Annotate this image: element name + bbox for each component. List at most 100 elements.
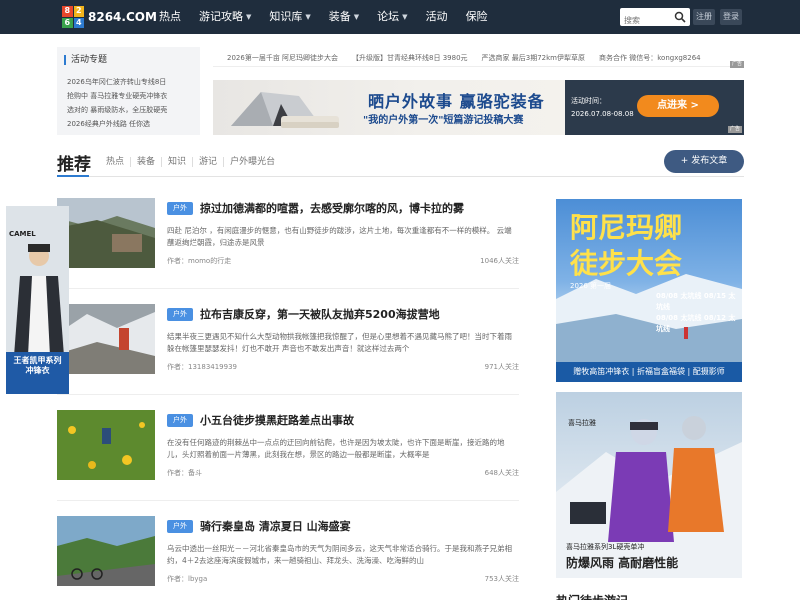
- jacket-ad[interactable]: 喜马拉雅 喜马拉雅系列3L硬壳单冲 防爆风雨 高耐磨性能: [556, 392, 742, 578]
- ad-caption-line: 冲锋衣: [25, 366, 50, 375]
- banner-time: 2026.07.08-08.08: [571, 110, 634, 118]
- follow-count: 971人关注: [484, 363, 519, 371]
- article-excerpt: 乌云中透出一丝阳光－－河北省秦皇岛市的天气为阴间多云，这天气非常适合骑行。于是我…: [167, 544, 512, 565]
- article-author[interactable]: 作者：13183419939: [167, 362, 237, 372]
- tab-hot[interactable]: 热点: [100, 157, 132, 167]
- ticker-link[interactable]: 2026第一届千亩 阿尼玛卿徒步大会: [227, 53, 338, 63]
- ad-brand: 喜马拉雅: [568, 419, 596, 427]
- ad-dates: 08/08 太坑线 08/15 太坑线 08/08 太坑线 08/12 太坑线: [656, 291, 742, 335]
- section-title: 推荐: [57, 155, 91, 175]
- banner-time-label: 活动时间：: [571, 97, 606, 105]
- follow-count: 1046人关注: [480, 257, 519, 265]
- search-icon[interactable]: [674, 11, 686, 23]
- activity-link[interactable]: 选对的 暴雨级防水，全压胶硬壳: [67, 103, 167, 117]
- publish-article-button[interactable]: + 发布文章: [664, 150, 744, 173]
- main-nav: 热点 游记攻略 ▼ 知识库 ▼ 装备 ▼ 论坛 ▼ 活动 保险: [150, 0, 497, 34]
- banner-cta-button[interactable]: 点进来 >: [637, 95, 719, 117]
- site-logo[interactable]: 8 2 6 4 8264.COM: [62, 5, 157, 29]
- nav-item-events[interactable]: 活动: [417, 0, 457, 34]
- ticker-link[interactable]: 商务合作 微信号：kongxg8264: [599, 53, 701, 63]
- hot-travelogue-heading: 热门徒步游记: [556, 592, 628, 600]
- tent-image: [231, 92, 339, 128]
- activity-panel: 活动专题 2026乌年冈仁波齐转山专线8日 抢购中 喜马拉雅专业硬壳冲锋衣 选对…: [57, 47, 200, 135]
- feed-divider: [57, 394, 519, 395]
- text-ad-ticker: 2026第一届千亩 阿尼玛卿徒步大会 【升级版】甘青经典环线8日 3980元 严…: [213, 49, 744, 68]
- activity-link[interactable]: 抢购中 喜马拉雅专业硬壳冲锋衣: [67, 89, 167, 103]
- activity-link[interactable]: 2026乌年冈仁波齐转山专线8日: [67, 75, 167, 89]
- logo-text: 8264.COM: [88, 10, 157, 24]
- banner-subline: "我的户外第一次"短篇游记投稿大赛: [363, 115, 524, 126]
- search-box: [620, 8, 690, 30]
- article-thumbnail[interactable]: [57, 516, 155, 586]
- article-thumbnail[interactable]: [57, 410, 155, 480]
- nav-item-forum[interactable]: 论坛 ▼: [368, 0, 416, 34]
- ticker-link[interactable]: 【升级版】甘青经典环线8日 3980元: [352, 53, 468, 63]
- follow-count: 648人关注: [484, 469, 519, 477]
- ad-date-line: 08/08 太坑线 08/12 太坑线: [656, 314, 736, 333]
- feed-item: 户外 小五台徒步摸黑赶路差点出事故 在没有任何路迹的荆棘丛中一点点的迂回向前钻爬…: [57, 410, 519, 501]
- article-thumbnail[interactable]: [57, 304, 155, 374]
- nav-item-knowledge[interactable]: 知识库 ▼: [260, 0, 319, 34]
- ad-caption: 王者凯甲系列 冲锋衣: [6, 356, 69, 376]
- article-excerpt: 在没有任何路迹的荆棘丛中一点点的迂回向前钻爬，也许是因为坡太陡，也许下面是断崖，…: [167, 438, 505, 459]
- article-author[interactable]: 作者：lbyga: [167, 574, 207, 584]
- category-tag[interactable]: 户外: [167, 414, 193, 427]
- nav-item-insurance[interactable]: 保险: [457, 0, 497, 34]
- chevron-down-icon: ▼: [305, 13, 311, 21]
- follow-count: 753人关注: [484, 575, 519, 583]
- activity-list: 2026乌年冈仁波齐转山专线8日 抢购中 喜马拉雅专业硬壳冲锋衣 选对的 暴雨级…: [67, 75, 167, 131]
- ticker-link[interactable]: 严选商家 最后3期72km伊犁草原: [482, 53, 585, 63]
- top-nav-bar: 8 2 6 4 8264.COM 热点 游记攻略 ▼ 知识库 ▼ 装备 ▼ 论坛 ▼ 活…: [0, 0, 800, 34]
- ad-footer: 赠牧高笛冲锋衣 | 折福盲盒福袋 | 配摄影师: [556, 362, 742, 382]
- ad-caption-line: 王者凯甲系列: [13, 356, 62, 365]
- register-button[interactable]: 注册: [693, 9, 715, 25]
- banner-headline: 晒户外故事 赢骆驼装备: [368, 92, 545, 111]
- article-title[interactable]: 小五台徒步摸黑赶路差点出事故: [200, 412, 354, 428]
- nav-item-gear[interactable]: 装备 ▼: [320, 0, 368, 34]
- feed-item: 户外 掠过加德满都的喧嚣，去感受廓尔喀的风，博卡拉的雾 四赴 尼泊尔 ，有闲庭漫…: [57, 198, 519, 289]
- login-button[interactable]: 登录: [720, 9, 742, 25]
- article-author[interactable]: 作者：备斗: [167, 468, 202, 478]
- ad-title: 阿尼玛卿: [570, 211, 683, 244]
- feed-item: 户外 骑行秦皇岛 清凉夏日 山海盛宴 乌云中透出一丝阳光－－河北省秦皇岛市的天气…: [57, 516, 519, 600]
- category-tag[interactable]: 户外: [167, 308, 193, 321]
- ad-subtitle: 喜马拉雅系列3L硬壳单冲: [566, 543, 645, 551]
- activity-link[interactable]: 2026经典户外线路 任你选: [67, 117, 167, 131]
- article-thumbnail[interactable]: [57, 198, 155, 268]
- ad-title: 防爆风雨 高耐磨性能: [566, 556, 679, 570]
- feed-divider: [57, 288, 519, 289]
- section-tabs: 热点 装备 知识 游记 户外曝光台: [100, 157, 281, 167]
- ad-date-line: 08/08 太坑线 08/15 太坑线: [656, 292, 736, 311]
- trekking-event-ad[interactable]: 阿尼玛卿 徒步大会 2026 第一届 08/08 太坑线 08/15 太坑线 0…: [556, 199, 742, 382]
- search-input[interactable]: [620, 11, 668, 30]
- feed-item: 户外 拉布吉康反穿，第一天被队友抛弃5200海拔营地 结果半夜三更遇见不知什么大…: [57, 304, 519, 395]
- tab-gear[interactable]: 装备: [131, 157, 163, 167]
- tab-exposure[interactable]: 户外曝光台: [224, 157, 281, 167]
- logo-icon: 8 2 6 4: [62, 6, 84, 28]
- ad-title: 徒步大会: [570, 247, 683, 280]
- article-title[interactable]: 掠过加德满都的喧嚣，去感受廓尔喀的风，博卡拉的雾: [200, 200, 464, 216]
- nav-item-hot[interactable]: 热点: [150, 0, 190, 34]
- article-excerpt: 结果半夜三更遇见不知什么大型动物拱我帐篷把我惊醒了，但是心里想着不遇见藏马熊了吧…: [167, 332, 512, 353]
- section-divider-accent: [57, 175, 89, 177]
- banner-ad[interactable]: 晒户外故事 赢骆驼装备 "我的户外第一次"短篇游记投稿大赛 活动时间： 2026…: [213, 80, 744, 135]
- article-excerpt: 四赴 尼泊尔 ，有闲庭漫步的惬意，也有山野徒步的跋涉，这片土地，每次重逢都有不一…: [167, 226, 512, 247]
- article-title[interactable]: 拉布吉康反穿，第一天被队友抛弃5200海拔营地: [200, 306, 440, 322]
- ad-year-badge: 2026 第一届: [570, 282, 612, 290]
- chevron-down-icon: ▼: [353, 13, 360, 21]
- ad-label: 广告: [729, 61, 744, 68]
- ad-brand: CAMEL: [9, 230, 36, 238]
- chevron-down-icon: ▼: [402, 13, 408, 21]
- chevron-down-icon: ▼: [246, 13, 252, 21]
- floating-side-ad[interactable]: CAMEL 王者凯甲系列 冲锋衣: [6, 206, 69, 394]
- activity-title: 活动专题: [64, 55, 107, 65]
- nav-item-travel[interactable]: 游记攻略 ▼: [190, 0, 260, 34]
- ad-label: 广告: [727, 126, 742, 133]
- tab-knowledge[interactable]: 知识: [162, 157, 194, 167]
- tab-travel[interactable]: 游记: [193, 157, 225, 167]
- article-author[interactable]: 作者：momo的行走: [167, 256, 231, 266]
- category-tag[interactable]: 户外: [167, 202, 193, 215]
- article-title[interactable]: 骑行秦皇岛 清凉夏日 山海盛宴: [200, 518, 351, 534]
- section-divider: [57, 176, 744, 177]
- category-tag[interactable]: 户外: [167, 520, 193, 533]
